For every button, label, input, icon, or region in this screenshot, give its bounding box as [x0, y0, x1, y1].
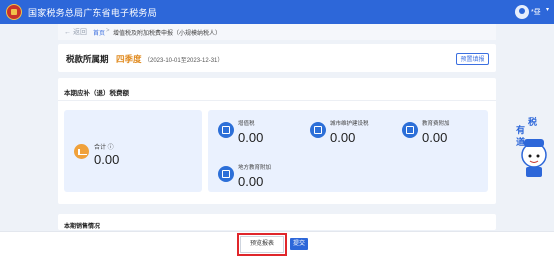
- bottom-action-bar: 预览报表 提交: [0, 231, 554, 257]
- user-avatar-icon[interactable]: [515, 5, 529, 19]
- total-value: 0.00: [94, 152, 120, 167]
- city-tax-value: 0.00: [330, 130, 356, 145]
- total-label: 合计 ⓘ: [94, 145, 114, 151]
- top-header-bar: 国家税务总局广东省电子税务局 *昼 ▾: [0, 0, 554, 24]
- local-education-label: 地方教育附加: [238, 165, 272, 171]
- vat-label: 增值税: [238, 121, 255, 127]
- receipt-icon: [218, 122, 234, 138]
- tax-period-label: 税款所属期: [66, 54, 109, 64]
- vat-value: 0.00: [238, 130, 264, 145]
- preset-fill-button[interactable]: 预置填报: [456, 53, 489, 65]
- tax-period-range: （2023-10-01至2023-12-31）: [144, 58, 224, 64]
- breadcrumb-separator: >: [106, 28, 110, 34]
- back-link[interactable]: ← 返回: [64, 27, 87, 37]
- tax-bureau-logo: [6, 4, 22, 20]
- sales-section-title: 本期销售情况: [64, 224, 101, 230]
- mascot-widget[interactable]: 税 有 道: [512, 113, 552, 183]
- book-icon: [218, 166, 234, 182]
- mascot-char-1: 税: [528, 117, 538, 127]
- mascot-char-3: 道: [516, 137, 526, 147]
- breadcrumb-home[interactable]: 首页: [93, 28, 105, 37]
- breadcrumb: ← 返回 首页 > 增值税及附加税费申报（小规模纳税人）: [58, 24, 496, 40]
- site-title: 国家税务总局广东省电子税务局: [28, 8, 157, 18]
- total-tax-panel: 合计 ⓘ 0.00: [64, 110, 202, 192]
- tax-period-quarter: 四季度: [116, 54, 142, 64]
- section-title: 本期应补（退）税费额: [64, 90, 129, 97]
- sales-section-card: 本期销售情况: [58, 214, 496, 230]
- submit-button[interactable]: 提交: [290, 238, 308, 250]
- divider: [58, 100, 496, 101]
- graduation-cap-icon: [402, 122, 418, 138]
- local-education-value: 0.00: [238, 174, 264, 189]
- education-surcharge-value: 0.00: [422, 130, 448, 145]
- education-surcharge-label: 教育费附加: [422, 121, 450, 127]
- building-icon: [310, 122, 326, 138]
- preview-report-button[interactable]: 预览报表: [237, 233, 287, 256]
- breadcrumb-current: 增值税及附加税费申报（小规模纳税人）: [113, 31, 222, 37]
- tax-items-panel: 增值税 0.00 城市维护建设税 0.00 教育费附加 0.00 地方教育附加 …: [208, 110, 488, 192]
- chevron-down-icon[interactable]: ▾: [546, 6, 549, 13]
- user-name[interactable]: *昼: [531, 7, 541, 17]
- tax-period-card: 税款所属期 四季度 （2023-10-01至2023-12-31） 预置填报: [58, 44, 496, 72]
- city-tax-label: 城市维护建设税: [330, 121, 369, 127]
- chart-icon: [74, 144, 89, 159]
- tax-summary-card: 本期应补（退）税费额 合计 ⓘ 0.00 增值税 0.00 城市维护建设税 0.…: [58, 78, 496, 204]
